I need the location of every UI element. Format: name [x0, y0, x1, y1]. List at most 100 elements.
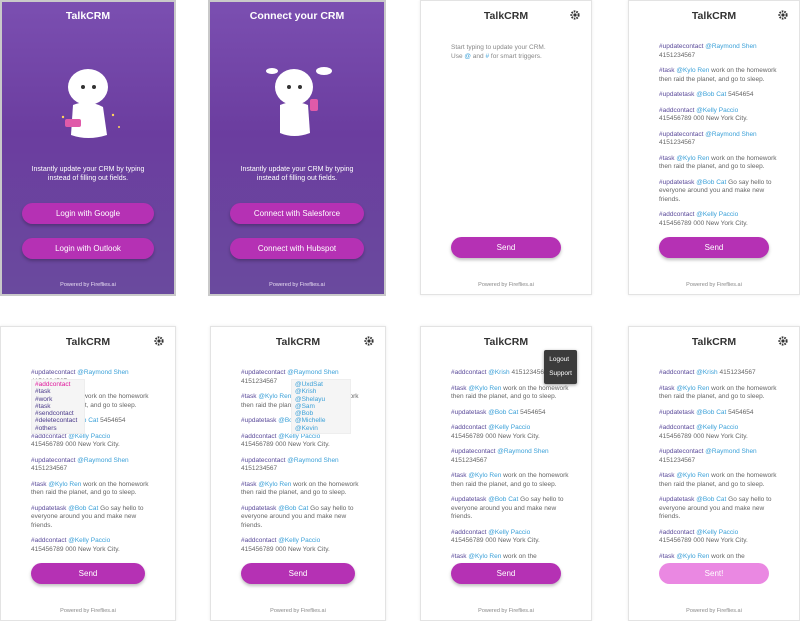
message-feed: #updatecontact @Raymond Shen4151234567 #… — [659, 43, 783, 235]
list-item: #updatetask @Bob Cat Go say hello to eve… — [31, 504, 144, 529]
dropdown-option[interactable]: @Michelle — [295, 417, 347, 424]
list-item: #task @Kylo Ren work on the homework the… — [659, 67, 777, 83]
powered-by: Powered by Fireflies.ai — [269, 282, 325, 288]
login-outlook-button[interactable]: Login with Outlook — [22, 238, 154, 259]
list-item: #task @Kylo Ren work on the homework the… — [31, 480, 149, 497]
screen-title: TalkCRM — [65, 336, 111, 348]
screen-title: TalkCRM — [483, 10, 529, 22]
dropdown-option[interactable]: #task — [35, 388, 81, 395]
hint-at: @ — [464, 53, 471, 60]
powered-by: Powered by Fireflies.ai — [270, 608, 326, 614]
screen-title: Connect your CRM — [249, 10, 345, 22]
screen-title: TalkCRM — [65, 10, 111, 22]
hashtag-dropdown: #addcontact #task #work #task #sendconta… — [31, 379, 85, 435]
powered-by: Powered by Fireflies.ai — [60, 608, 116, 614]
screen-title: TalkCRM — [691, 336, 737, 348]
gear-icon[interactable] — [364, 336, 374, 346]
message-feed: #addcontact @Krish 4151234567 #task @Kyl… — [451, 369, 575, 568]
powered-by: Powered by Fireflies.ai — [686, 608, 742, 614]
powered-by: Powered by Fireflies.ai — [686, 282, 742, 288]
list-item: #task @Kylo Ren work on the homework the… — [659, 384, 777, 401]
list-item: #addcontact @Kelly Paccio 415456789 000 N… — [659, 424, 748, 440]
list-item: #updatecontact @Raymond Shen4151234567 — [659, 130, 757, 147]
dropdown-option[interactable]: @Shelayu — [295, 396, 347, 403]
list-item: #task @Kylo Ren work on the homework the… — [659, 472, 777, 488]
hint-hash: # — [485, 53, 490, 60]
tagline: Instantly update your CRM by typing inst… — [240, 166, 354, 182]
list-item: #addcontact @Kelly Paccio 415456789 000 N… — [31, 537, 120, 553]
dropdown-option[interactable]: @UxdSat — [295, 381, 347, 388]
list-item: #updatetask @Bob Cat 5454654 — [451, 408, 546, 416]
feed-screen: TalkCRM #updatecontact @Raymond Shen 4151… — [628, 0, 800, 295]
list-item: #updatetask @Bob Cat 5454654 — [659, 408, 754, 416]
dropdown-option[interactable]: #work — [35, 396, 81, 403]
list-item: #updatetask @Bob Cat Go say hello to eve… — [659, 178, 772, 203]
screen-title: TalkCRM — [483, 336, 529, 348]
support-menu-item[interactable]: Support — [549, 367, 572, 381]
empty-chat-screen: TalkCRM Start typing to update your CRM.… — [420, 0, 592, 295]
powered-by: Powered by Fireflies.ai — [478, 282, 534, 288]
list-item: #task @Kylo Ren work on the — [659, 552, 745, 560]
list-item: #updatecontact @Raymond Shen4151234567 — [659, 43, 757, 59]
empty-hint: Start typing to update your CRM. Use @ a… — [451, 43, 546, 61]
gear-icon[interactable] — [778, 336, 788, 346]
logout-menu-item[interactable]: Logout — [549, 353, 572, 367]
screen-title: TalkCRM — [691, 10, 737, 22]
powered-by: Powered by Fireflies.ai — [60, 282, 116, 288]
sent-button[interactable]: Sent! — [659, 563, 769, 584]
settings-menu: Logout Support — [544, 350, 577, 384]
dropdown-option[interactable]: #task — [35, 403, 81, 410]
send-button[interactable]: Send — [451, 563, 561, 584]
dropdown-option[interactable]: #others — [35, 425, 81, 432]
hint-line-1: Start typing to update your CRM. — [451, 44, 546, 51]
list-item: #addcontact @Kelly Paccio 415456789 000 N… — [31, 432, 120, 449]
gear-icon[interactable] — [570, 10, 580, 20]
mention-suggest-screen: TalkCRM #updatecontact @Raymond Shen 4151… — [210, 326, 386, 621]
dropdown-option[interactable]: #deletecontact — [35, 417, 81, 424]
mascot-illustration — [266, 67, 332, 136]
login-screen: TalkCRM Instantly update your CRM by typ… — [0, 0, 176, 296]
connect-hubspot-button[interactable]: Connect with Hubspot — [230, 238, 364, 259]
list-item: #task @Kylo Ren work on the homework the… — [659, 154, 777, 171]
mascot-illustration — [61, 69, 120, 138]
dropdown-option[interactable]: @Bob — [295, 410, 347, 417]
connect-crm-screen: Connect your CRM Instantly update your C… — [208, 0, 386, 296]
dropdown-option[interactable]: #addcontact — [35, 381, 81, 388]
dropdown-option[interactable]: @Sam — [295, 403, 347, 410]
tagline: Instantly update your CRM by typing inst… — [31, 166, 145, 182]
list-item: #updatetask @Bob Cat Go say hello to eve… — [241, 504, 354, 529]
connect-salesforce-button[interactable]: Connect with Salesforce — [230, 203, 364, 224]
login-google-button[interactable]: Login with Google — [22, 203, 154, 224]
hint-use: Use — [451, 53, 463, 60]
list-item: #updatetask @Bob Cat 5454654 — [659, 91, 754, 98]
list-item: #task @Kylo Ren work on the homework the… — [451, 384, 569, 401]
list-item: #updatetask @Bob Cat Go say hello to eve… — [451, 496, 564, 520]
dropdown-option[interactable]: @Kevin — [295, 425, 347, 432]
settings-menu-screen: TalkCRM #addcontact @Krish 4151234567 #t… — [420, 326, 592, 621]
list-item: #updatecontact @Raymond Shen4151234567 — [241, 456, 339, 473]
hint-line-2: Use @ and # for smart triggers. — [451, 52, 546, 61]
list-item: #updatetask @Bob Cat Go say hello to eve… — [659, 496, 772, 520]
dropdown-option[interactable]: @Krish — [295, 388, 347, 395]
hashtag-suggest-screen: TalkCRM #updatecontact @Raymond Shen4151… — [0, 326, 176, 621]
list-item: #addcontact @Kelly Paccio 415456789 000 N… — [659, 106, 748, 123]
gear-icon[interactable] — [154, 336, 164, 346]
dropdown-option[interactable]: #sendcontact — [35, 410, 81, 417]
list-item: #addcontact @Kelly Paccio 415456789 000 N… — [241, 432, 330, 449]
send-button[interactable]: Send — [451, 237, 561, 258]
list-item: #task @Kylo Ren work on the — [451, 552, 537, 560]
send-button[interactable]: Send — [241, 563, 355, 584]
list-item: #addcontact @Kelly Paccio 415456789 000 N… — [451, 424, 540, 440]
list-item: #updatecontact @Raymond Shen4151234567 — [451, 448, 549, 464]
send-button[interactable]: Send — [659, 237, 769, 258]
list-item: #task @Kylo Ren work on the homework the… — [241, 480, 359, 497]
list-item: #addcontact @Kelly Paccio 415456789 000 N… — [241, 537, 330, 553]
sent-screen: TalkCRM #addcontact @Krish 4151234567 #t… — [628, 326, 800, 621]
powered-by: Powered by Fireflies.ai — [478, 608, 534, 614]
list-item: #addcontact @Kelly Paccio 415456789 000 N… — [659, 211, 748, 227]
list-item: #updatecontact @Raymond Shen4151234567 — [31, 456, 129, 473]
screen-title: TalkCRM — [275, 336, 321, 348]
send-button[interactable]: Send — [31, 563, 145, 584]
gear-icon[interactable] — [778, 10, 788, 20]
list-item: #addcontact @Kelly Paccio 415456789 000 N… — [659, 528, 748, 545]
